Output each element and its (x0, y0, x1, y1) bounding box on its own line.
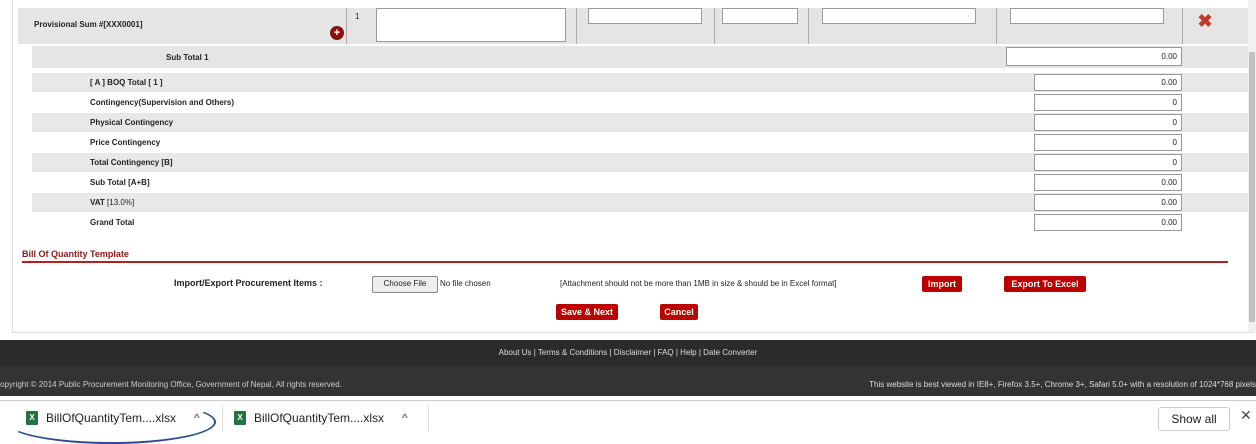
footer-links[interactable]: About Us | Terms & Conditions | Disclaim… (0, 348, 1256, 357)
vat-label: VAT (90, 198, 105, 207)
column-divider (576, 8, 577, 44)
summary-row-boq-total: [ A ] BOQ Total [ 1 ] 0.00 (32, 73, 1248, 92)
provisional-sum-label: Provisional Sum #[XXX0001] (34, 20, 143, 29)
summary-label: Physical Contingency (90, 118, 174, 127)
item-input-1[interactable] (588, 8, 702, 24)
add-row-icon[interactable]: + (330, 26, 344, 40)
summary-label: [ A ] BOQ Total [ 1 ] (90, 78, 163, 87)
summary-value[interactable]: 0.00 (1034, 214, 1182, 231)
browser-notice: This website is best viewed in IE8+, Fir… (869, 380, 1256, 389)
excel-file-icon: X (234, 411, 246, 425)
copyright-text: opyright © 2014 Public Procurement Monit… (0, 380, 342, 389)
delete-row-icon[interactable]: ✖ (1190, 8, 1220, 36)
section-divider (22, 261, 1228, 263)
scrollbar-thumb[interactable] (1249, 52, 1255, 322)
column-divider (996, 8, 997, 44)
save-next-button[interactable]: Save & Next (556, 304, 618, 320)
download-separator (222, 405, 223, 431)
item-input-2[interactable] (722, 8, 798, 24)
summary-row-physical-contingency: Physical Contingency 0 (32, 113, 1248, 132)
download-item[interactable]: X BillOfQuantityTem....xlsx ^ (234, 401, 408, 435)
summary-value[interactable]: 0 (1034, 134, 1182, 151)
summary-row-price-contingency: Price Contingency 0 (32, 133, 1248, 152)
line-number: 1 (346, 8, 368, 44)
summary-row-total-contingency: Total Contingency [B] 0 (32, 153, 1248, 172)
summary-value[interactable]: 0.00 (1034, 74, 1182, 91)
import-button[interactable]: Import (922, 276, 962, 292)
summary-label: Sub Total [A+B] (90, 178, 150, 187)
summary-row-grand-total: Grand Total 0.00 (32, 213, 1248, 232)
download-filename: BillOfQuantityTem....xlsx (254, 411, 385, 425)
column-divider (714, 8, 715, 44)
close-icon[interactable]: ✕ (1240, 407, 1252, 424)
summary-value[interactable]: 0 (1034, 154, 1182, 171)
summary-label: Price Contingency (90, 138, 161, 147)
summary-label: Total Contingency [B] (90, 158, 173, 167)
chevron-up-icon[interactable]: ^ (402, 411, 408, 425)
description-textarea[interactable] (376, 8, 566, 42)
summary-row-contingency: Contingency(Supervision and Others) 0 (32, 93, 1248, 112)
summary-value[interactable]: 0 (1034, 114, 1182, 131)
column-divider (1182, 8, 1183, 44)
summary-row-vat: VAT [13.0%] 0.00 (32, 193, 1248, 212)
boq-template-header: Bill Of Quantity Template (22, 249, 129, 259)
summary-label: Grand Total (90, 218, 135, 227)
item-input-3[interactable] (822, 8, 976, 24)
export-to-excel-button[interactable]: Export To Excel (1004, 276, 1086, 292)
subtotal-1-label: Sub Total 1 (166, 53, 209, 62)
item-input-4[interactable] (1010, 8, 1164, 24)
vat-rate: [13.0%] (107, 198, 135, 207)
no-file-text: No file chosen (440, 279, 491, 288)
summary-value[interactable]: 0 (1034, 94, 1182, 111)
summary-row-subtotal-ab: Sub Total [A+B] 0.00 (32, 173, 1248, 192)
summary-label: Contingency(Supervision and Others) (90, 98, 235, 107)
annotation-circle (6, 400, 216, 444)
choose-file-button[interactable]: Choose File (372, 276, 438, 293)
import-export-label: Import/Export Procurement Items : (174, 278, 323, 288)
show-all-button[interactable]: Show all (1158, 407, 1230, 431)
vertical-scrollbar[interactable] (1248, 0, 1256, 332)
summary-value[interactable]: 0.00 (1034, 174, 1182, 191)
attachment-note: [Attachment should not be more than 1MB … (560, 279, 837, 288)
summary-value[interactable]: 0.00 (1034, 194, 1182, 211)
summary-label: VAT [13.0%] (90, 198, 134, 207)
column-divider (808, 8, 809, 44)
cancel-button[interactable]: Cancel (660, 304, 698, 320)
download-separator (428, 405, 429, 431)
subtotal-1-row: Sub Total 1 0.00 (32, 46, 1248, 68)
subtotal-1-value[interactable]: 0.00 (1006, 47, 1182, 66)
